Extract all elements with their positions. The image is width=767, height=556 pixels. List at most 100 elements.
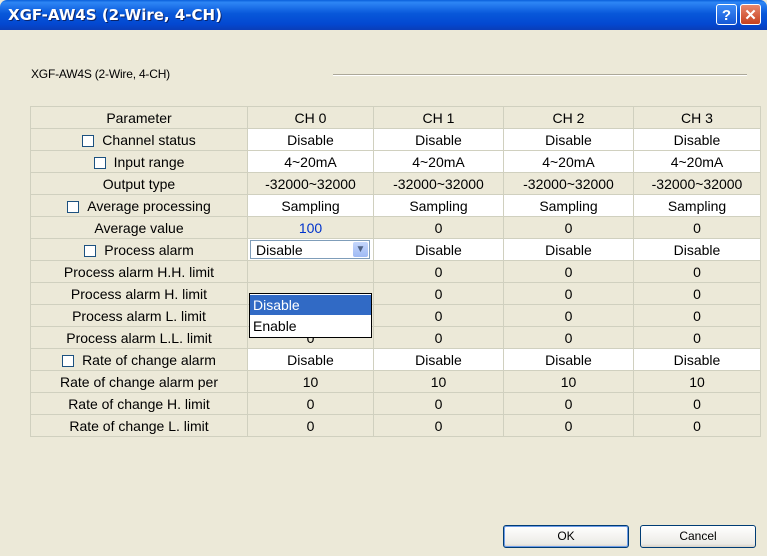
cell-ch1[interactable]: Disable bbox=[373, 238, 504, 261]
header-ch2: CH 2 bbox=[503, 106, 634, 129]
cell-ch3[interactable]: 0 bbox=[633, 282, 761, 305]
cell-ch2[interactable]: 10 bbox=[503, 370, 634, 393]
cell-ch2[interactable]: Disable bbox=[503, 238, 634, 261]
close-button[interactable]: ✕ bbox=[740, 4, 761, 25]
cell-ch2[interactable]: 0 bbox=[503, 392, 634, 415]
header-ch0: CH 0 bbox=[247, 106, 374, 129]
cell-ch2[interactable]: 4~20mA bbox=[503, 150, 634, 173]
row-rate-of-change-alarm-per: Rate of change alarm per 10 10 10 10 bbox=[30, 370, 761, 393]
param-rate-of-change-alarm: Rate of change alarm bbox=[30, 348, 248, 371]
group-box-label: XGF-AW4S (2-Wire, 4-CH) bbox=[31, 67, 170, 81]
cell-ch1[interactable]: 4~20mA bbox=[373, 150, 504, 173]
checkbox[interactable] bbox=[84, 244, 97, 257]
title-bar[interactable]: XGF-AW4S (2-Wire, 4-CH) ? ✕ bbox=[0, 0, 767, 30]
checkbox[interactable] bbox=[62, 354, 75, 367]
row-rate-of-change-l-limit: Rate of change L. limit 0 0 0 0 bbox=[30, 414, 761, 437]
cell-ch3[interactable]: 0 bbox=[633, 326, 761, 349]
cell-ch0[interactable] bbox=[247, 260, 374, 283]
cell-ch2[interactable]: 0 bbox=[503, 326, 634, 349]
checkbox[interactable] bbox=[93, 156, 106, 169]
cell-ch3[interactable]: 0 bbox=[633, 392, 761, 415]
cell-ch2[interactable]: Sampling bbox=[503, 194, 634, 217]
cell-ch2: -32000~32000 bbox=[503, 172, 634, 195]
cell-ch1[interactable]: Sampling bbox=[373, 194, 504, 217]
row-process-alarm-hh-limit: Process alarm H.H. limit 0 0 0 bbox=[30, 260, 761, 283]
cell-ch3[interactable]: Disable bbox=[633, 348, 761, 371]
param-process-alarm-ll-limit: Process alarm L.L. limit bbox=[30, 326, 248, 349]
cell-ch3[interactable]: 0 bbox=[633, 216, 761, 239]
parameter-table: Parameter CH 0 CH 1 CH 2 CH 3 Channel st… bbox=[30, 106, 761, 437]
help-icon: ? bbox=[721, 7, 732, 24]
row-input-range: Input range 4~20mA 4~20mA 4~20mA 4~20mA bbox=[30, 150, 761, 173]
cell-ch2[interactable]: 0 bbox=[503, 414, 634, 437]
cell-ch1[interactable]: 0 bbox=[373, 282, 504, 305]
cell-ch0[interactable]: Disable ▼ bbox=[247, 238, 374, 261]
cell-ch3[interactable]: 4~20mA bbox=[633, 150, 761, 173]
cell-ch1[interactable]: 10 bbox=[373, 370, 504, 393]
checkbox[interactable] bbox=[82, 134, 95, 147]
cancel-button[interactable]: Cancel bbox=[640, 525, 756, 548]
cell-ch0[interactable]: Disable bbox=[247, 128, 374, 151]
cell-ch3[interactable]: 0 bbox=[633, 260, 761, 283]
ok-button[interactable]: OK bbox=[503, 525, 629, 548]
param-rate-of-change-alarm-per: Rate of change alarm per bbox=[30, 370, 248, 393]
cell-ch0[interactable]: 4~20mA bbox=[247, 150, 374, 173]
param-output-type: Output type bbox=[30, 172, 248, 195]
param-channel-status: Channel status bbox=[30, 128, 248, 151]
dropdown-option-disable[interactable]: Disable bbox=[250, 295, 371, 315]
cell-ch0[interactable]: Sampling bbox=[247, 194, 374, 217]
param-process-alarm-l-limit: Process alarm L. limit bbox=[30, 304, 248, 327]
cell-ch3[interactable]: Disable bbox=[633, 128, 761, 151]
cell-ch3: -32000~32000 bbox=[633, 172, 761, 195]
row-output-type: Output type -32000~32000 -32000~32000 -3… bbox=[30, 172, 761, 195]
cell-ch0[interactable]: 0 bbox=[247, 392, 374, 415]
row-channel-status: Channel status Disable Disable Disable D… bbox=[30, 128, 761, 151]
cell-ch1[interactable]: 0 bbox=[373, 260, 504, 283]
cell-ch2[interactable]: Disable bbox=[503, 348, 634, 371]
combo-value: Disable bbox=[256, 242, 303, 258]
cell-ch1[interactable]: Disable bbox=[373, 348, 504, 371]
help-button[interactable]: ? bbox=[716, 4, 737, 25]
cell-ch1[interactable]: 0 bbox=[373, 414, 504, 437]
table-header-row: Parameter CH 0 CH 1 CH 2 CH 3 bbox=[30, 106, 761, 129]
cell-ch0: -32000~32000 bbox=[247, 172, 374, 195]
header-ch3: CH 3 bbox=[633, 106, 761, 129]
process-alarm-combo[interactable]: Disable ▼ bbox=[250, 240, 370, 259]
cell-ch3[interactable]: Disable bbox=[633, 238, 761, 261]
row-rate-of-change-alarm: Rate of change alarm Disable Disable Dis… bbox=[30, 348, 761, 371]
header-ch1: CH 1 bbox=[373, 106, 504, 129]
row-process-alarm-h-limit: Process alarm H. limit 0 0 0 bbox=[30, 282, 761, 305]
cell-ch1[interactable]: 0 bbox=[373, 392, 504, 415]
cell-ch3[interactable]: 0 bbox=[633, 414, 761, 437]
cell-ch0[interactable]: 100 bbox=[247, 216, 374, 239]
param-rate-of-change-h-limit: Rate of change H. limit bbox=[30, 392, 248, 415]
checkbox[interactable] bbox=[67, 200, 80, 213]
cell-ch2[interactable]: 0 bbox=[503, 282, 634, 305]
row-process-alarm-ll-limit: Process alarm L.L. limit 0 0 0 0 bbox=[30, 326, 761, 349]
param-rate-of-change-l-limit: Rate of change L. limit bbox=[30, 414, 248, 437]
chevron-down-icon[interactable]: ▼ bbox=[353, 242, 368, 257]
cell-ch3[interactable]: 0 bbox=[633, 304, 761, 327]
dropdown-option-enable[interactable]: Enable bbox=[250, 316, 371, 336]
row-average-value: Average value 100 0 0 0 bbox=[30, 216, 761, 239]
cell-ch0[interactable]: Disable bbox=[247, 348, 374, 371]
cell-ch2[interactable]: 0 bbox=[503, 260, 634, 283]
cell-ch1[interactable]: Disable bbox=[373, 128, 504, 151]
param-process-alarm-hh-limit: Process alarm H.H. limit bbox=[30, 260, 248, 283]
row-rate-of-change-h-limit: Rate of change H. limit 0 0 0 0 bbox=[30, 392, 761, 415]
group-separator bbox=[333, 74, 747, 76]
cell-ch3[interactable]: Sampling bbox=[633, 194, 761, 217]
cell-ch2[interactable]: 0 bbox=[503, 304, 634, 327]
process-alarm-dropdown-list: Disable Enable bbox=[249, 293, 372, 338]
cell-ch1[interactable]: 0 bbox=[373, 304, 504, 327]
param-process-alarm: Process alarm bbox=[30, 238, 248, 261]
cell-ch1[interactable]: 0 bbox=[373, 216, 504, 239]
cell-ch2[interactable]: Disable bbox=[503, 128, 634, 151]
cell-ch3[interactable]: 10 bbox=[633, 370, 761, 393]
row-process-alarm-l-limit: Process alarm L. limit 0 0 0 0 bbox=[30, 304, 761, 327]
cell-ch0[interactable]: 10 bbox=[247, 370, 374, 393]
cell-ch0[interactable]: 0 bbox=[247, 414, 374, 437]
cell-ch1: -32000~32000 bbox=[373, 172, 504, 195]
cell-ch1[interactable]: 0 bbox=[373, 326, 504, 349]
cell-ch2[interactable]: 0 bbox=[503, 216, 634, 239]
